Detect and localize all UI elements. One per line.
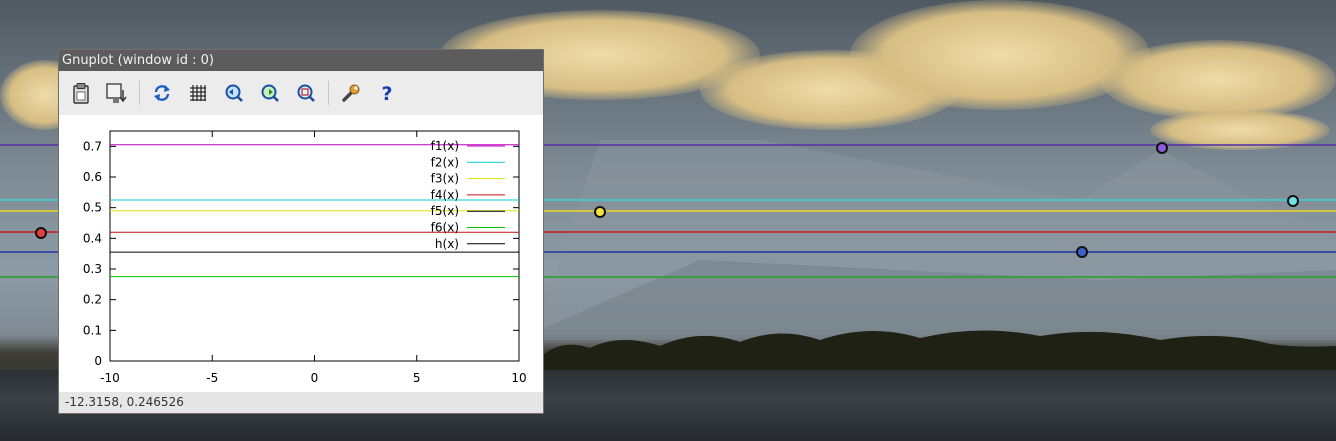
x-tick-label: -5	[206, 371, 218, 385]
grid-button[interactable]	[182, 77, 214, 109]
marker-blue	[1076, 246, 1088, 258]
zoom-previous-icon	[225, 84, 243, 102]
zoom-previous-button[interactable]	[218, 77, 250, 109]
settings-button[interactable]	[335, 77, 367, 109]
grid-icon	[190, 85, 206, 101]
y-tick-label: 0.1	[83, 323, 102, 337]
gnuplot-window[interactable]: Gnuplot (window id : 0) ? -10 -5 0 5 10 …	[58, 49, 544, 414]
replot-button[interactable]	[146, 77, 178, 109]
y-tick-label: 0.5	[83, 201, 102, 215]
y-tick-label: 0.7	[83, 139, 102, 153]
y-tick-label: 0.6	[83, 170, 102, 184]
svg-text:?: ?	[381, 83, 392, 103]
y-tick-label: 0	[94, 354, 102, 368]
plot-canvas[interactable]: -10 -5 0 5 10 0 0.1 0.2 0.3 0.4 0.5 0.6 0.7 f1(x) f2(x…	[59, 115, 543, 393]
export-button[interactable]	[101, 77, 133, 109]
marker-red	[35, 227, 47, 239]
marker-purple	[1156, 142, 1168, 154]
clipboard-icon	[73, 83, 89, 104]
legend-label: f5(x)	[431, 204, 459, 218]
x-tick-label: 10	[511, 371, 526, 385]
status-bar: -12.3158, 0.246526	[59, 392, 543, 413]
autoscale-icon	[297, 84, 315, 102]
x-tick-label: -10	[100, 371, 120, 385]
marker-yellow	[594, 206, 606, 218]
settings-icon	[342, 84, 360, 102]
cursor-coordinates: -12.3158, 0.246526	[65, 395, 184, 409]
zoom-next-icon	[261, 84, 279, 102]
toolbar: ?	[59, 71, 543, 115]
legend-label: f3(x)	[431, 172, 459, 186]
plot-area[interactable]: -10 -5 0 5 10 0 0.1 0.2 0.3 0.4 0.5 0.6 0.7 f1(x) f2(x…	[59, 115, 543, 393]
window-title[interactable]: Gnuplot (window id : 0)	[59, 50, 543, 71]
help-button[interactable]: ?	[371, 77, 403, 109]
legend-label: h(x)	[435, 237, 459, 251]
autoscale-button[interactable]	[290, 77, 322, 109]
toolbar-separator	[328, 81, 329, 105]
zoom-next-button[interactable]	[254, 77, 286, 109]
y-tick-label: 0.4	[83, 231, 102, 245]
replot-icon	[154, 85, 170, 101]
x-tick-label: 5	[413, 371, 421, 385]
export-icon	[106, 83, 127, 103]
toolbar-separator	[139, 81, 140, 105]
marker-cyan	[1287, 195, 1299, 207]
y-tick-label: 0.2	[83, 293, 102, 307]
legend-label: f4(x)	[431, 188, 459, 202]
copy-to-clipboard-button[interactable]	[65, 77, 97, 109]
legend-label: f2(x)	[431, 155, 459, 169]
legend-label: f1(x)	[431, 139, 459, 153]
help-icon: ?	[381, 83, 392, 103]
y-tick-label: 0.3	[83, 262, 102, 276]
x-tick-label: 0	[311, 371, 319, 385]
legend-label: f6(x)	[431, 221, 459, 235]
